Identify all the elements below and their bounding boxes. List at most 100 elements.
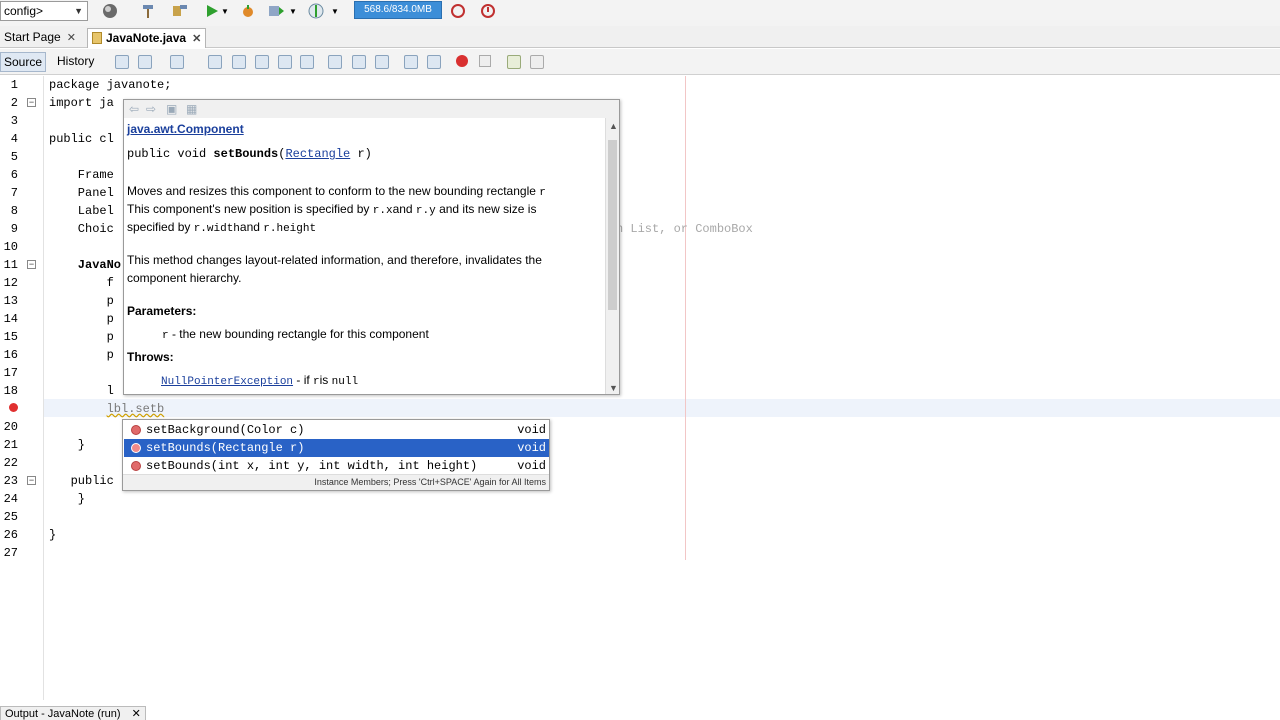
code-term: r.width: [193, 223, 240, 235]
uncomment-icon[interactable]: [530, 55, 544, 69]
scrollbar-thumb[interactable]: [608, 140, 617, 310]
line-number: 18: [3, 384, 18, 398]
null-pointer-exception-link[interactable]: NullPointerException: [161, 376, 293, 388]
javadoc-scrollbar[interactable]: ▲ ▼: [605, 118, 619, 394]
line-number: 10: [3, 240, 18, 254]
close-icon[interactable]: ✕: [192, 33, 201, 45]
line-number: 13: [3, 294, 18, 308]
arrow-left-icon[interactable]: ⇦: [129, 102, 139, 116]
tab-label: Output - JavaNote (run): [5, 708, 121, 720]
chevron-down-icon[interactable]: ▼: [330, 2, 340, 20]
line-number: 15: [3, 330, 18, 344]
close-icon[interactable]: ✕: [67, 32, 76, 44]
completion-signature: setBackground(Color c): [146, 423, 305, 437]
completion-item[interactable]: setBounds(int x, int y, int width, int h…: [124, 457, 549, 475]
completion-item[interactable]: setBackground(Color c) void: [124, 421, 549, 439]
rectangle-type-link[interactable]: Rectangle: [285, 147, 350, 161]
memory-usage-indicator[interactable]: 568.6/834.0MB: [354, 1, 442, 19]
chevron-down-icon[interactable]: ▼: [288, 2, 298, 20]
method-icon: [131, 443, 141, 453]
code-term: r: [313, 376, 320, 388]
source-button[interactable]: Source: [0, 52, 47, 72]
completion-return-type: void: [517, 459, 546, 473]
fold-toggle-icon[interactable]: −: [27, 260, 36, 269]
scroll-down-icon[interactable]: ▼: [609, 383, 618, 393]
gc-icon[interactable]: [448, 2, 468, 20]
code-line: l: [49, 384, 114, 398]
attach-debugger-icon[interactable]: [306, 2, 326, 20]
shift-left-icon[interactable]: [404, 55, 418, 69]
find-next-icon[interactable]: [255, 55, 269, 69]
find-icon[interactable]: [208, 55, 222, 69]
record-macro-icon[interactable]: [456, 55, 468, 67]
line-number: 22: [3, 456, 18, 470]
shift-right-icon[interactable]: [427, 55, 441, 69]
line-number: 16: [3, 348, 18, 362]
throws-heading: Throws:: [127, 350, 174, 364]
comment-icon[interactable]: [507, 55, 521, 69]
code-term: null: [331, 376, 359, 388]
error-icon[interactable]: [9, 403, 18, 412]
line-number: 7: [10, 186, 18, 200]
line-number: 6: [10, 168, 18, 182]
history-button[interactable]: History: [54, 52, 97, 72]
code-line: }: [49, 438, 86, 452]
tab-output[interactable]: Output - JavaNote (run) ✕: [0, 706, 146, 720]
hammer-icon[interactable]: [138, 2, 158, 20]
debug-icon[interactable]: [238, 2, 258, 20]
next-bookmark-icon[interactable]: [352, 55, 366, 69]
clean-build-icon[interactable]: [170, 2, 190, 20]
fold-toggle-icon[interactable]: −: [27, 476, 36, 485]
code-line: Frame: [49, 168, 114, 182]
method-icon: [131, 425, 141, 435]
code-term: r: [162, 330, 169, 342]
line-number: 26: [3, 528, 18, 542]
line-number: 25: [3, 510, 18, 524]
chevron-down-icon[interactable]: ▼: [220, 2, 230, 20]
description-text: and: [392, 202, 416, 216]
completion-signature: setBounds(int x, int y, int width, int h…: [146, 459, 478, 473]
show-in-browser-icon[interactable]: ▣: [166, 102, 177, 116]
line-number: 20: [3, 420, 18, 434]
description-text: specified by: [127, 220, 194, 234]
description-text: and: [239, 220, 264, 234]
method-icon: [131, 461, 141, 471]
throws-text: - if: [293, 373, 314, 387]
netbeans-ide-window: config> ▼ ▼ ▼ ▼ 568.6/834.0MB Start Page…: [0, 0, 1280, 720]
completion-item-selected[interactable]: setBounds(Rectangle r) void: [124, 439, 549, 457]
previous-bookmark-icon[interactable]: [328, 55, 342, 69]
parameter-description: - the new bounding rectangle for this co…: [168, 327, 429, 341]
javadoc-description: This method changes layout-related infor…: [127, 253, 542, 267]
run-icon[interactable]: [202, 2, 222, 20]
javadoc-description: specified by r.widthand r.height: [127, 220, 316, 235]
forward-icon[interactable]: [170, 55, 184, 69]
toggle-rect-select-icon[interactable]: [300, 55, 314, 69]
fold-toggle-icon[interactable]: −: [27, 98, 36, 107]
javadoc-description: component hierarchy.: [127, 271, 242, 285]
tab-javanote-java[interactable]: JavaNote.java ✕: [87, 28, 207, 48]
code-line-current: lbl.setb: [49, 402, 165, 416]
line-number: 2: [10, 96, 18, 110]
toggle-highlight-icon[interactable]: [278, 55, 292, 69]
arrow-right-icon[interactable]: ⇨: [146, 102, 156, 116]
description-text: This component's new position is specifi…: [127, 202, 373, 216]
javadoc-class-title[interactable]: java.awt.Component: [127, 122, 244, 136]
close-icon[interactable]: ✕: [132, 708, 141, 720]
tab-start-page[interactable]: Start Page ✕: [0, 28, 80, 48]
configuration-select[interactable]: config> ▼: [0, 1, 88, 21]
open-source-icon[interactable]: ▦: [186, 102, 197, 116]
profiler-icon[interactable]: [478, 2, 498, 20]
find-previous-icon[interactable]: [232, 55, 246, 69]
last-edit-icon[interactable]: [115, 55, 129, 69]
profile-icon[interactable]: [266, 2, 286, 20]
stop-macro-icon[interactable]: [479, 55, 491, 67]
scroll-up-icon[interactable]: ▲: [609, 121, 618, 131]
toggle-bookmark-icon[interactable]: [375, 55, 389, 69]
tab-label: Start Page: [4, 30, 61, 44]
back-icon[interactable]: [138, 55, 152, 69]
code-line: }: [49, 528, 57, 542]
code-line-fragment: n List, or ComboBox: [616, 222, 753, 236]
javadoc-popup: ⇦ ⇨ ▣ ▦ java.awt.Component public void s…: [123, 99, 620, 395]
globe-icon[interactable]: [100, 2, 120, 20]
